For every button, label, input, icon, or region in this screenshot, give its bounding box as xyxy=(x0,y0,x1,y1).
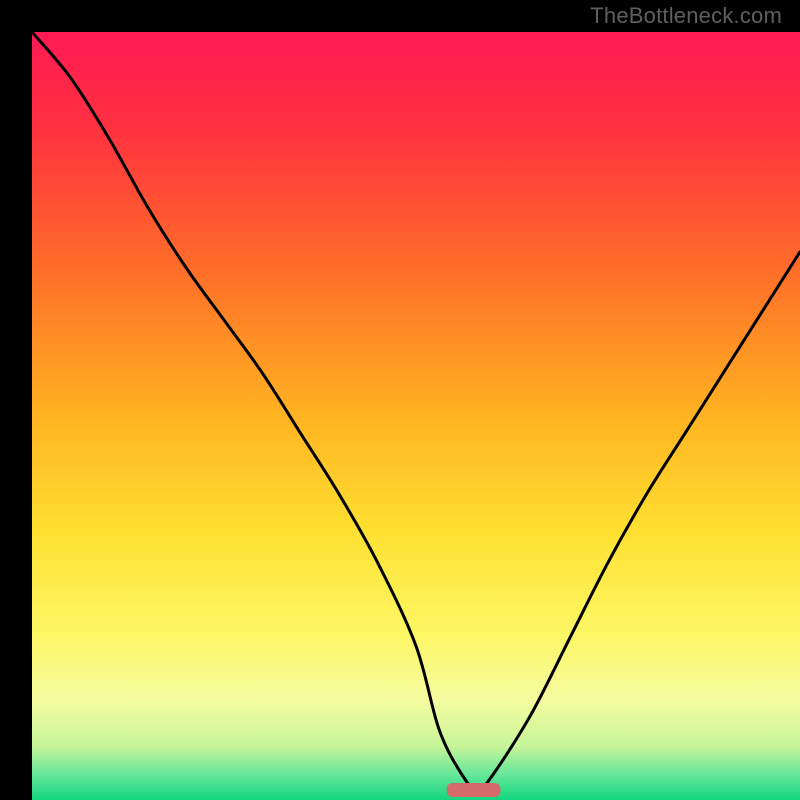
optimum-marker xyxy=(447,783,501,797)
watermark-text: TheBottleneck.com xyxy=(590,3,782,29)
chart-frame xyxy=(16,16,784,784)
bottleneck-chart xyxy=(32,32,800,800)
gradient-background xyxy=(32,32,800,800)
